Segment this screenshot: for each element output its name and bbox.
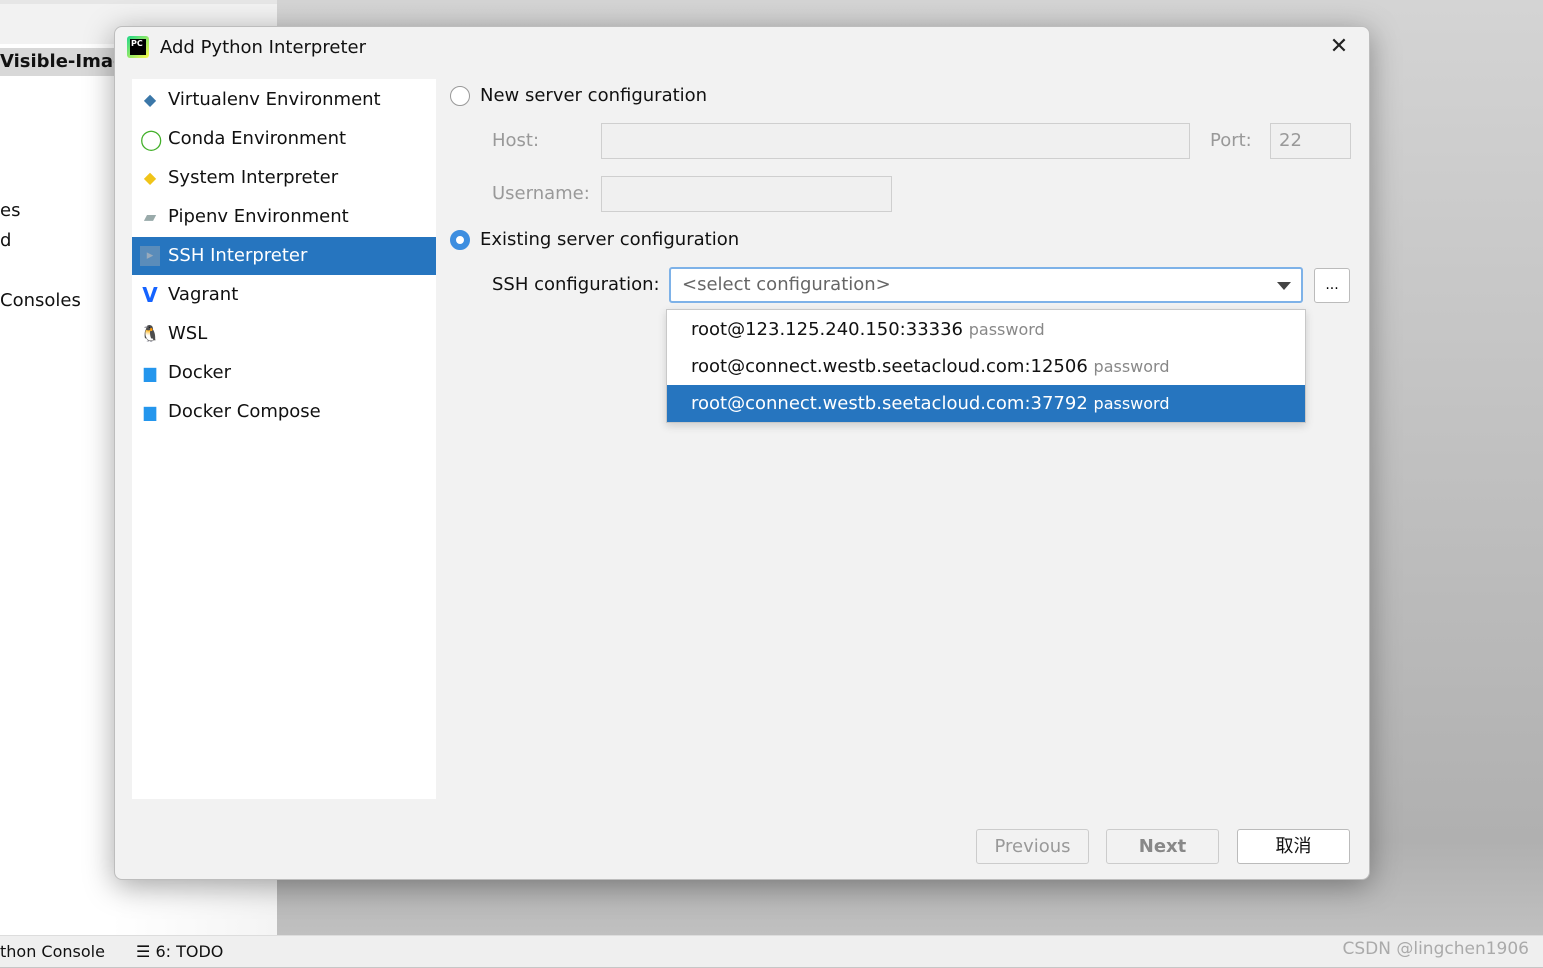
ssh-config-option[interactable]: root@123.125.240.150:33336 password — [667, 311, 1305, 348]
project-title: Visible-Image — [0, 48, 130, 76]
vagrant-icon: V — [142, 283, 158, 307]
option-host: root@connect.westb.seetacloud.com:12506 — [691, 356, 1088, 377]
ssh-config-dropdown: root@123.125.240.150:33336 password root… — [666, 309, 1306, 423]
status-bar: thon Console ☰ 6: TODO — [0, 935, 1543, 967]
new-server-label: New server configuration — [480, 85, 708, 106]
option-host: root@123.125.240.150:33336 — [691, 319, 964, 340]
cancel-button[interactable]: 取消 — [1237, 829, 1350, 864]
type-item-vagrant[interactable]: V Vagrant — [132, 276, 436, 314]
port-label: Port: — [1210, 130, 1252, 151]
type-item-conda[interactable]: ◯ Conda Environment — [132, 120, 436, 158]
item-label: Pipenv Environment — [168, 206, 349, 227]
pycharm-logo-icon: PC — [127, 36, 149, 58]
ssh-config-select[interactable]: <select configuration> — [669, 267, 1303, 303]
docker-compose-icon: ▆ — [143, 402, 157, 421]
side-text: Consoles — [0, 290, 81, 311]
todo-tab[interactable]: ☰ 6: TODO — [136, 936, 223, 968]
chevron-down-icon — [1277, 282, 1291, 290]
ssh-config-label: SSH configuration: — [492, 274, 660, 295]
todo-label: 6: TODO — [155, 942, 224, 961]
username-label: Username: — [492, 183, 590, 204]
item-label: System Interpreter — [168, 167, 339, 188]
host-input[interactable] — [601, 123, 1190, 159]
item-label: Virtualenv Environment — [168, 89, 381, 110]
previous-button[interactable]: Previous — [976, 829, 1089, 864]
side-text: d — [0, 230, 12, 251]
side-text: es — [0, 200, 21, 221]
option-auth: password — [1093, 394, 1170, 413]
dialog-title: Add Python Interpreter — [160, 37, 366, 58]
add-interpreter-dialog: PC Add Python Interpreter ✕ ◆ Virtualenv … — [114, 26, 1370, 880]
option-auth: password — [968, 320, 1045, 339]
pipenv-icon: ▰ — [143, 207, 157, 226]
close-button[interactable]: ✕ — [1325, 33, 1353, 61]
python-icon: ◆ — [143, 168, 157, 187]
virtualenv-icon: ◆ — [143, 90, 157, 109]
linux-icon: 🐧 — [140, 324, 160, 343]
host-label: Host: — [492, 130, 540, 151]
python-console-tab[interactable]: thon Console — [0, 936, 105, 968]
existing-server-label: Existing server configuration — [480, 229, 740, 250]
type-item-system[interactable]: ◆ System Interpreter — [132, 159, 436, 197]
type-item-virtualenv[interactable]: ◆ Virtualenv Environment — [132, 81, 436, 119]
type-item-ssh[interactable]: ▸ SSH Interpreter — [132, 237, 436, 275]
item-label: Docker Compose — [168, 401, 321, 422]
item-label: Vagrant — [168, 284, 239, 305]
type-item-wsl[interactable]: 🐧 WSL — [132, 315, 436, 353]
browse-configs-button[interactable]: ... — [1314, 268, 1350, 303]
item-label: Conda Environment — [168, 128, 347, 149]
existing-server-radio[interactable] — [450, 230, 470, 250]
conda-icon: ◯ — [140, 127, 163, 151]
interpreter-type-list: ◆ Virtualenv Environment ◯ Conda Environme… — [132, 79, 436, 799]
list-icon: ☰ — [136, 942, 156, 961]
watermark: CSDN @lingchen1906 — [1342, 939, 1529, 959]
type-item-docker[interactable]: ▆ Docker — [132, 354, 436, 392]
ssh-icon: ▸ — [140, 246, 160, 266]
new-server-radio[interactable] — [450, 86, 470, 106]
type-item-docker-compose[interactable]: ▆ Docker Compose — [132, 393, 436, 431]
type-item-pipenv[interactable]: ▰ Pipenv Environment — [132, 198, 436, 236]
username-input[interactable] — [601, 176, 892, 212]
ssh-config-option[interactable]: root@connect.westb.seetacloud.com:12506 … — [667, 348, 1305, 385]
item-label: WSL — [168, 323, 208, 344]
option-auth: password — [1093, 357, 1170, 376]
option-host: root@connect.westb.seetacloud.com:37792 — [691, 393, 1088, 414]
ssh-config-option-highlighted[interactable]: root@connect.westb.seetacloud.com:37792 … — [667, 385, 1305, 422]
next-button[interactable]: Next — [1106, 829, 1219, 864]
item-label: Docker — [168, 362, 232, 383]
docker-icon: ▆ — [143, 363, 157, 382]
port-input[interactable]: 22 — [1270, 123, 1351, 159]
item-label: SSH Interpreter — [168, 245, 308, 266]
select-placeholder: <select configuration> — [682, 274, 891, 295]
